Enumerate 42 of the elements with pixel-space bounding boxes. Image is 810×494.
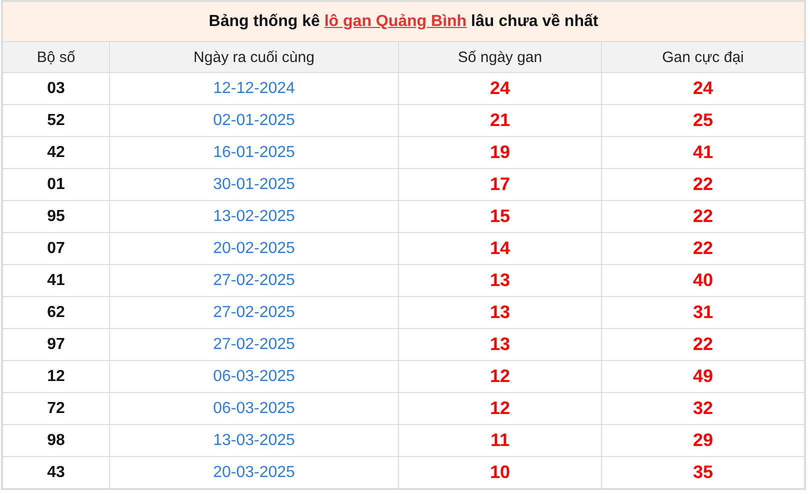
column-header: Ngày ra cuối cùng	[110, 42, 398, 72]
table-cell: 02-01-2025	[110, 104, 398, 136]
table-cell: 12	[398, 392, 602, 424]
table-cell: 13-02-2025	[110, 200, 398, 232]
table-cell: 19	[398, 136, 602, 168]
column-header: Số ngày gan	[398, 42, 602, 72]
column-header: Bộ số	[2, 42, 110, 72]
table-cell: 12-12-2024	[110, 72, 398, 104]
table-cell: 07	[2, 232, 110, 264]
table-cell: 13-03-2025	[110, 424, 398, 456]
table-title: Bảng thống kê lô gan Quảng Bình lâu chưa về nhất	[2, 1, 805, 42]
table-cell: 13	[398, 296, 602, 328]
table-cell: 95	[2, 200, 110, 232]
table-cell: 12	[2, 360, 110, 392]
table-cell: 06-03-2025	[110, 360, 398, 392]
table-cell: 17	[398, 168, 602, 200]
table-cell: 16-01-2025	[110, 136, 398, 168]
table-cell: 42	[2, 136, 110, 168]
table-cell: 27-02-2025	[110, 328, 398, 360]
table-cell: 11	[398, 424, 602, 456]
table-cell: 03	[2, 72, 110, 104]
table-cell: 41	[2, 264, 110, 296]
table-cell: 27-02-2025	[110, 264, 398, 296]
table-cell: 06-03-2025	[110, 392, 398, 424]
table-cell: 62	[2, 296, 110, 328]
table-cell: 15	[398, 200, 602, 232]
table-cell: 27-02-2025	[110, 296, 398, 328]
table-cell: 12	[398, 360, 602, 392]
table-cell: 98	[2, 424, 110, 456]
table-cell: 20-02-2025	[110, 232, 398, 264]
table-cell: 24	[398, 72, 602, 104]
table-cell: 01	[2, 168, 110, 200]
table-cell: 21	[398, 104, 602, 136]
column-header: Gan cực đại	[602, 42, 805, 72]
table-cell: 97	[2, 328, 110, 360]
table-cell: 30-01-2025	[110, 168, 398, 200]
table-cell: 13	[398, 328, 602, 360]
table-cell: 72	[2, 392, 110, 424]
table-cell: 13	[398, 264, 602, 296]
table-cell: 14	[398, 232, 602, 264]
table-cell: 52	[2, 104, 110, 136]
title-link[interactable]: lô gan Quảng Bình	[324, 12, 467, 30]
